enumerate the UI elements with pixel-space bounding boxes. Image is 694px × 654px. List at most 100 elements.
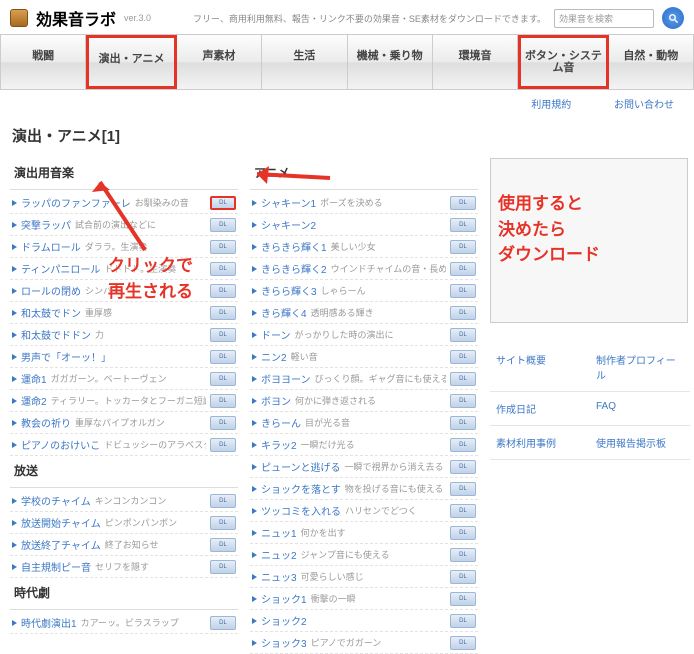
nav-item-1[interactable]: 演出・アニメ xyxy=(86,35,176,89)
sound-name[interactable]: 時代劇演出1 xyxy=(21,615,77,630)
play-icon[interactable] xyxy=(12,222,17,228)
play-icon[interactable] xyxy=(12,288,17,294)
sound-name[interactable]: ボヨン xyxy=(261,393,291,408)
play-icon[interactable] xyxy=(12,354,17,360)
sidebar-link[interactable]: FAQ xyxy=(590,392,690,425)
nav-item-5[interactable]: 環境音 xyxy=(433,35,518,89)
sound-name[interactable]: きらら輝く3 xyxy=(261,283,317,298)
download-button[interactable]: DL xyxy=(210,560,236,574)
play-icon[interactable] xyxy=(12,244,17,250)
play-icon[interactable] xyxy=(252,398,257,404)
search-button[interactable] xyxy=(662,7,684,29)
download-button[interactable]: DL xyxy=(210,494,236,508)
sound-name[interactable]: 突撃ラッパ xyxy=(21,217,71,232)
download-button[interactable]: DL xyxy=(210,438,236,452)
sound-name[interactable]: 自主規制ピー音 xyxy=(21,559,91,574)
sound-name[interactable]: 学校のチャイム xyxy=(21,493,91,508)
sidebar-link[interactable]: 素材利用事例 xyxy=(490,426,590,459)
nav-item-7[interactable]: 自然・動物 xyxy=(609,35,693,89)
sound-name[interactable]: ラッパのファンファーレ xyxy=(21,195,131,210)
download-button[interactable]: DL xyxy=(210,350,236,364)
play-icon[interactable] xyxy=(12,420,17,426)
sound-name[interactable]: ピアノのおけいこ xyxy=(21,437,100,452)
play-icon[interactable] xyxy=(12,620,17,626)
play-icon[interactable] xyxy=(252,596,257,602)
sound-name[interactable]: ロールの閉め xyxy=(21,283,81,298)
download-button[interactable]: DL xyxy=(450,438,476,452)
play-icon[interactable] xyxy=(252,354,257,360)
sound-name[interactable]: キラッ2 xyxy=(261,437,297,452)
sound-name[interactable]: ニュッ2 xyxy=(261,547,297,562)
sound-name[interactable]: ドーン xyxy=(261,327,291,342)
download-button[interactable]: DL xyxy=(210,538,236,552)
sound-name[interactable]: きらきら輝く1 xyxy=(261,239,327,254)
sound-name[interactable]: ボヨヨーン xyxy=(261,371,311,386)
play-icon[interactable] xyxy=(12,564,17,570)
download-button[interactable]: DL xyxy=(450,504,476,518)
play-icon[interactable] xyxy=(12,266,17,272)
search-input[interactable]: 効果音を検索 xyxy=(554,9,654,28)
nav-item-0[interactable]: 戦闘 xyxy=(1,35,86,89)
download-button[interactable]: DL xyxy=(210,328,236,342)
play-icon[interactable] xyxy=(252,200,257,206)
play-icon[interactable] xyxy=(252,244,257,250)
sound-name[interactable]: きらーん xyxy=(261,415,301,430)
sound-name[interactable]: ドラムロール xyxy=(21,239,81,254)
sidebar-link[interactable]: 制作者プロフィール xyxy=(590,343,690,391)
play-icon[interactable] xyxy=(252,640,257,646)
play-icon[interactable] xyxy=(252,376,257,382)
play-icon[interactable] xyxy=(12,376,17,382)
download-button[interactable]: DL xyxy=(450,306,476,320)
download-button[interactable]: DL xyxy=(210,516,236,530)
play-icon[interactable] xyxy=(12,442,17,448)
play-icon[interactable] xyxy=(12,332,17,338)
sound-name[interactable]: ピューンと逃げる xyxy=(261,459,341,474)
play-icon[interactable] xyxy=(252,574,257,580)
sound-name[interactable]: 教会の祈り xyxy=(21,415,71,430)
download-button[interactable]: DL xyxy=(210,306,236,320)
play-icon[interactable] xyxy=(252,442,257,448)
play-icon[interactable] xyxy=(12,520,17,526)
download-button[interactable]: DL xyxy=(210,616,236,630)
download-button[interactable]: DL xyxy=(450,284,476,298)
sound-name[interactable]: きらきら輝く2 xyxy=(261,261,327,276)
contact-link[interactable]: お問い合わせ xyxy=(614,100,674,111)
sound-name[interactable]: ショック1 xyxy=(261,591,307,606)
nav-item-3[interactable]: 生活 xyxy=(262,35,347,89)
sound-name[interactable]: 男声で「オーッ！」 xyxy=(21,349,111,364)
download-button[interactable]: DL xyxy=(450,482,476,496)
play-icon[interactable] xyxy=(12,498,17,504)
sound-name[interactable]: シャキーン2 xyxy=(261,217,316,232)
play-icon[interactable] xyxy=(252,618,257,624)
download-button[interactable]: DL xyxy=(450,394,476,408)
play-icon[interactable] xyxy=(12,398,17,404)
play-icon[interactable] xyxy=(12,200,17,206)
download-button[interactable]: DL xyxy=(210,416,236,430)
sound-name[interactable]: 放送開始チャイム xyxy=(21,515,101,530)
sound-name[interactable]: ニュッ1 xyxy=(261,525,297,540)
download-button[interactable]: DL xyxy=(450,526,476,540)
download-button[interactable]: DL xyxy=(210,196,236,210)
sound-name[interactable]: シャキーン1 xyxy=(261,195,316,210)
download-button[interactable]: DL xyxy=(450,218,476,232)
nav-item-4[interactable]: 機械・乗り物 xyxy=(348,35,433,89)
play-icon[interactable] xyxy=(252,266,257,272)
sound-name[interactable]: ニン2 xyxy=(261,349,287,364)
download-button[interactable]: DL xyxy=(450,548,476,562)
sound-name[interactable]: 和太鼓でドン xyxy=(21,305,81,320)
play-icon[interactable] xyxy=(252,420,257,426)
download-button[interactable]: DL xyxy=(210,394,236,408)
sound-name[interactable]: 運命2 xyxy=(21,393,47,408)
download-button[interactable]: DL xyxy=(210,284,236,298)
download-button[interactable]: DL xyxy=(450,328,476,342)
sound-name[interactable]: ショックを落とす xyxy=(261,481,341,496)
download-button[interactable]: DL xyxy=(450,636,476,650)
download-button[interactable]: DL xyxy=(210,372,236,386)
sound-name[interactable]: ニュッ3 xyxy=(261,569,297,584)
download-button[interactable]: DL xyxy=(210,262,236,276)
download-button[interactable]: DL xyxy=(450,416,476,430)
play-icon[interactable] xyxy=(252,486,257,492)
download-button[interactable]: DL xyxy=(450,240,476,254)
sound-name[interactable]: ツッコミを入れる xyxy=(261,503,341,518)
download-button[interactable]: DL xyxy=(450,570,476,584)
